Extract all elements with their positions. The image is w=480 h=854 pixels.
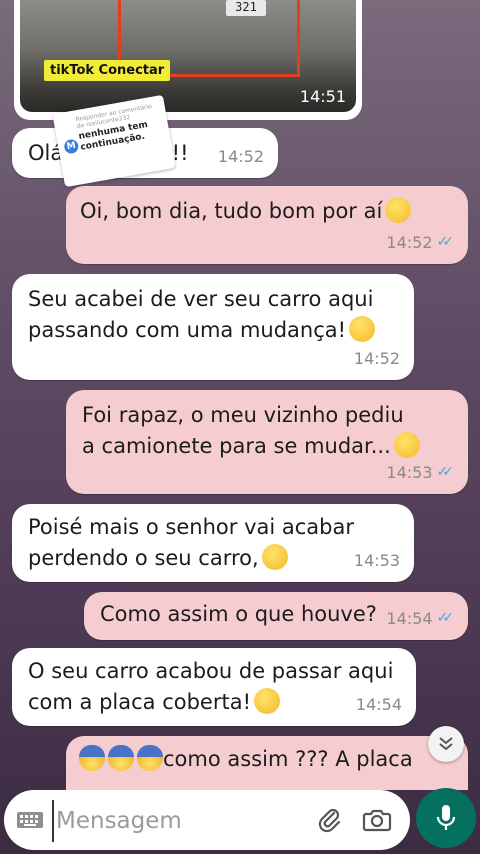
scroll-to-bottom-button[interactable] (428, 726, 464, 762)
double-chevron-down-icon (439, 737, 453, 751)
message-text: como assim ??? A placa (163, 747, 413, 771)
keyboard-icon[interactable] (16, 808, 44, 832)
mic-button[interactable] (416, 788, 476, 848)
message-time: 14:53 (353, 551, 400, 570)
video-thumbnail[interactable]: 321 tikTok Conectar 14:51 (20, 0, 356, 112)
message-time: 14:51 (299, 87, 346, 106)
message-meta: 14:52 (218, 141, 264, 172)
message-text-line: com a placa coberta! (28, 690, 251, 714)
message-input[interactable] (52, 800, 308, 842)
message-incoming[interactable]: Seu acabei de ver seu carro aqui passand… (12, 274, 414, 380)
message-time: 14:53 (386, 463, 433, 482)
message-meta: 14:52 (354, 343, 400, 374)
raised-eyebrow-face-icon (261, 544, 288, 570)
message-outgoing[interactable]: Oi, bom dia, tudo bom por aí 14:52 ✓✓ (66, 186, 468, 264)
paperclip-icon[interactable] (316, 806, 344, 834)
message-time: 14:52 (386, 233, 433, 252)
message-incoming[interactable]: O seu carro acabou de passar aqui com a … (12, 648, 416, 726)
message-text-line: Foi rapaz, o meu vizinho pediu (82, 403, 404, 427)
message-time: 14:52 (217, 147, 264, 166)
smiling-face-icon (385, 197, 412, 223)
fearful-face-icon (137, 745, 163, 771)
grinning-sweat-face-icon (254, 688, 280, 714)
message-incoming[interactable]: Poisé mais o senhor vai acabar perdendo … (12, 504, 414, 582)
avatar: M (63, 138, 80, 155)
tiktok-badge: tikTok Conectar (44, 60, 171, 81)
mic-icon (436, 805, 456, 830)
message-text-line: Seu acabei de ver seu carro aqui (28, 287, 374, 311)
double-check-icon: ✓✓ (436, 234, 455, 250)
message-time: 14:54 (355, 695, 402, 714)
video-message[interactable]: 321 tikTok Conectar 14:51 (14, 0, 362, 120)
raised-eyebrow-face-icon (349, 316, 376, 342)
message-meta: 14:53 (354, 545, 400, 576)
message-text-line: perdendo o seu carro, (28, 546, 259, 570)
message-text-line: Poisé mais o senhor vai acabar (28, 515, 354, 539)
message-time: 14:54 (386, 609, 433, 628)
message-text: Como assim o que houve? (100, 602, 377, 626)
chat-area[interactable]: 321 tikTok Conectar 14:51 Olá!!! 14:52 R… (0, 0, 480, 790)
fearful-face-icon (79, 745, 105, 771)
double-check-icon: ✓✓ (436, 464, 455, 480)
message-meta: 14:54 ✓✓ (386, 603, 454, 634)
camera-icon[interactable] (362, 806, 392, 834)
message-outgoing[interactable]: Foi rapaz, o meu vizinho pediu a camione… (66, 390, 468, 494)
relieved-face-icon (393, 432, 420, 458)
message-outgoing[interactable]: como assim ??? A placa (66, 736, 468, 790)
license-plate: 321 (226, 0, 266, 16)
double-check-icon: ✓✓ (436, 610, 455, 626)
message-text: Oi, bom dia, tudo bom por aí (80, 199, 383, 223)
message-text-line: O seu carro acabou de passar aqui (28, 659, 394, 683)
message-composer[interactable] (4, 790, 410, 850)
message-text-line: passando com uma mudança! (28, 318, 347, 342)
message-meta: 14:54 (356, 689, 402, 720)
message-time: 14:52 (353, 349, 400, 368)
message-meta: 14:53 ✓✓ (386, 457, 454, 488)
message-text-line: a camionete para se mudar... (82, 434, 391, 458)
message-meta: 14:52 ✓✓ (386, 227, 454, 258)
message-outgoing[interactable]: Como assim o que houve? 14:54 ✓✓ (84, 592, 468, 640)
fearful-face-icon (108, 745, 134, 771)
